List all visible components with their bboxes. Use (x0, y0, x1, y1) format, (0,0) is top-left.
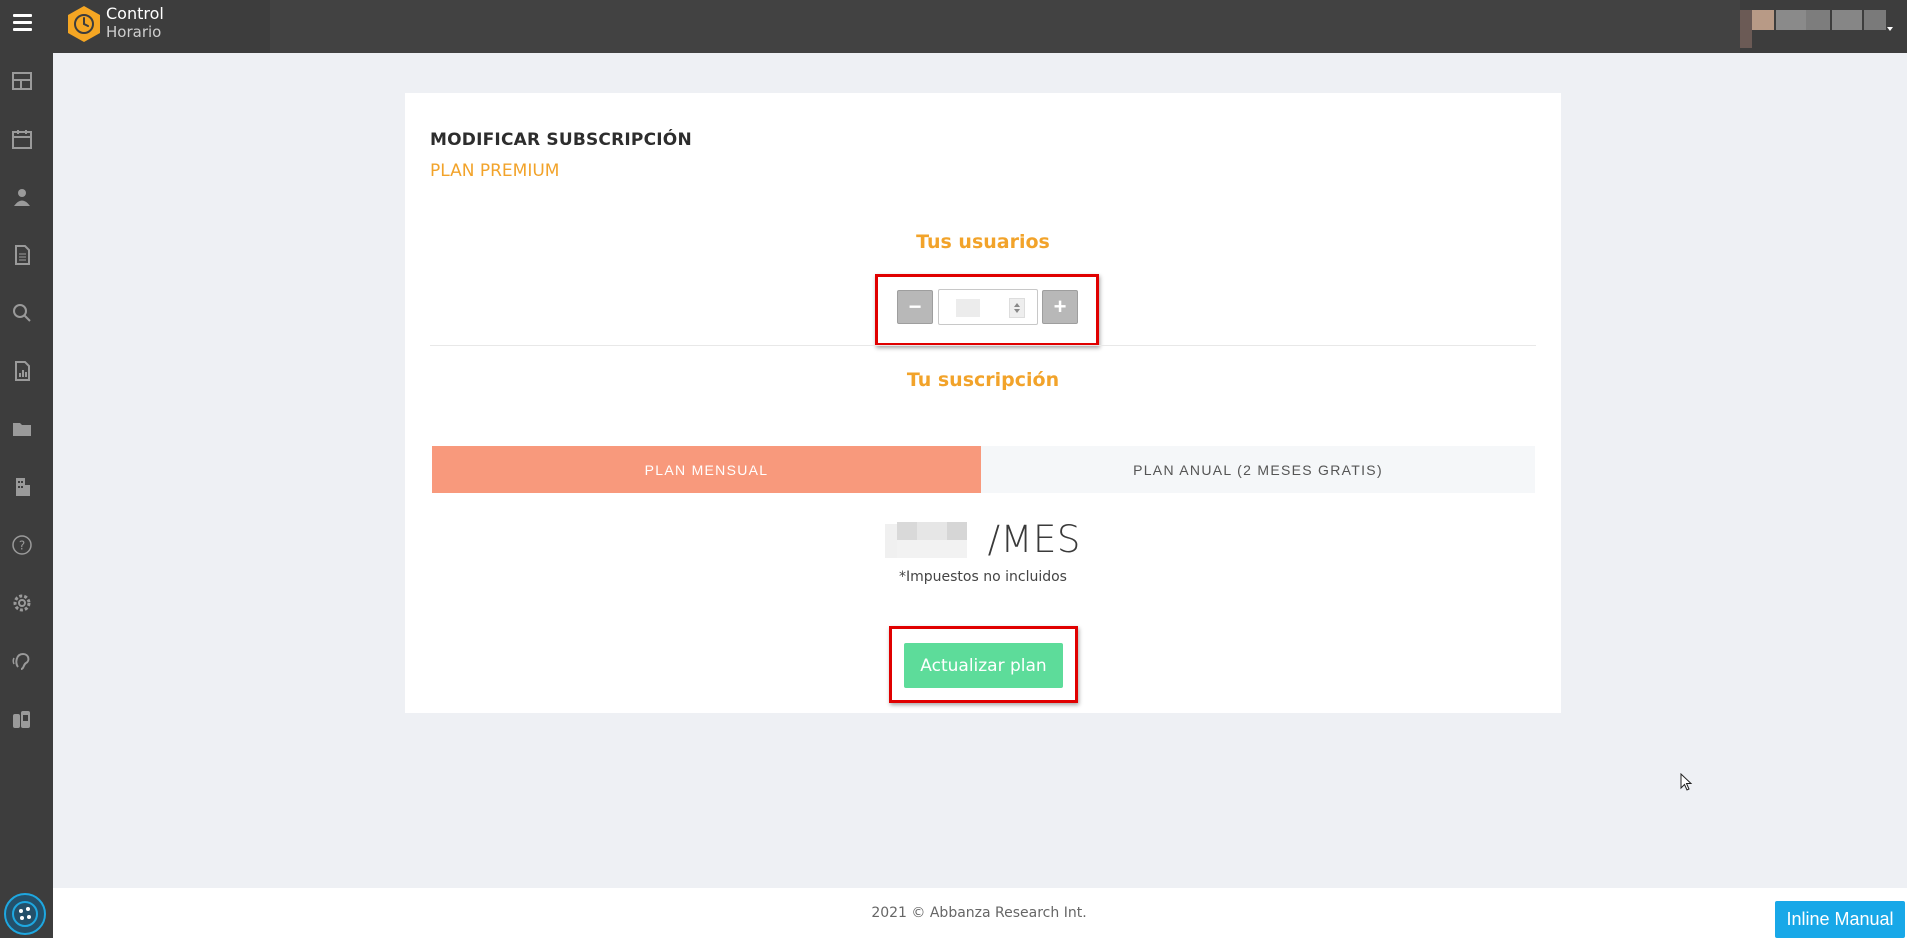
username-blur-2 (1806, 10, 1830, 30)
brand-name: Control Horario (106, 4, 164, 42)
sidebar-item-calendar[interactable] (8, 125, 36, 153)
top-bar: Control Horario (0, 0, 1907, 53)
decrement-button[interactable]: − (897, 290, 933, 324)
folder-icon (13, 423, 31, 436)
sidebar-item-team[interactable] (8, 705, 36, 733)
inline-manual-widget-icon[interactable] (4, 893, 46, 935)
calendar-icon (12, 130, 32, 149)
sidebar-item-folders[interactable] (8, 415, 36, 443)
spin-arrows-icon[interactable] (1009, 298, 1025, 318)
price-amount (885, 521, 977, 558)
sidebar-item-reports[interactable] (8, 357, 36, 385)
document-icon (15, 245, 30, 265)
sidebar-item-settings[interactable] (8, 589, 36, 617)
svg-text:?: ? (19, 539, 25, 553)
brand-line-2: Horario (106, 23, 162, 41)
user-icon (14, 189, 30, 206)
users-heading: Tus usuarios (916, 231, 1050, 253)
increment-button[interactable]: + (1042, 290, 1078, 324)
mouse-cursor-icon (1680, 773, 1693, 791)
plan-name: PLAN PREMIUM (430, 161, 560, 181)
tab-monthly[interactable]: PLAN MENSUAL (432, 446, 981, 493)
gear-icon (13, 594, 31, 612)
subscription-card: MODIFICAR SUBSCRIPCIÓN PLAN PREMIUM Tus … (405, 93, 1561, 713)
username-blur-3 (1832, 10, 1862, 30)
top-bar-center (270, 0, 1740, 53)
avatar-blur (1752, 10, 1774, 30)
price-unit: /MES (987, 518, 1081, 561)
sidebar-item-search[interactable] (8, 299, 36, 327)
help-icon: ? (12, 535, 32, 555)
report-icon (15, 361, 30, 381)
page-title: MODIFICAR SUBSCRIPCIÓN (430, 130, 692, 150)
sidebar: ? (0, 53, 53, 938)
footer: 2021 © Abbanza Research Int. (53, 888, 1907, 938)
subscription-heading: Tu suscripción (906, 369, 1060, 391)
people-icon (13, 711, 30, 728)
dashboard-icon (12, 72, 32, 90)
user-count-value (956, 299, 980, 317)
clock-logo-icon (68, 6, 100, 42)
search-icon (13, 304, 31, 322)
price-display: /MES (405, 518, 1561, 561)
inline-manual-button[interactable]: Inline Manual (1775, 901, 1905, 938)
sidebar-item-documents[interactable] (8, 241, 36, 269)
user-count-input[interactable] (938, 289, 1038, 325)
username-blur (1776, 10, 1806, 30)
sidebar-item-accessibility[interactable] (8, 647, 36, 675)
tab-annual[interactable]: PLAN ANUAL (2 MESES GRATIS) (981, 446, 1535, 493)
caret-down-icon (1887, 27, 1893, 31)
tax-note: *Impuestos no incluidos (899, 569, 1067, 585)
divider (430, 345, 1536, 346)
copyright: 2021 © Abbanza Research Int. (871, 905, 1087, 921)
building-icon (16, 478, 30, 496)
hamburger-icon[interactable] (0, 0, 45, 45)
billing-tabs: PLAN MENSUAL PLAN ANUAL (2 MESES GRATIS) (432, 446, 1535, 493)
user-menu[interactable] (1740, 8, 1895, 48)
brand-line-1: Control (106, 4, 164, 23)
update-plan-button[interactable]: Actualizar plan (904, 643, 1063, 688)
hearing-icon (12, 652, 30, 670)
username-blur-4 (1864, 10, 1886, 30)
avatar (1740, 10, 1752, 48)
sidebar-item-help[interactable]: ? (8, 531, 36, 559)
sidebar-item-company[interactable] (8, 473, 36, 501)
sidebar-item-dashboard[interactable] (8, 67, 36, 95)
sidebar-item-users[interactable] (8, 183, 36, 211)
